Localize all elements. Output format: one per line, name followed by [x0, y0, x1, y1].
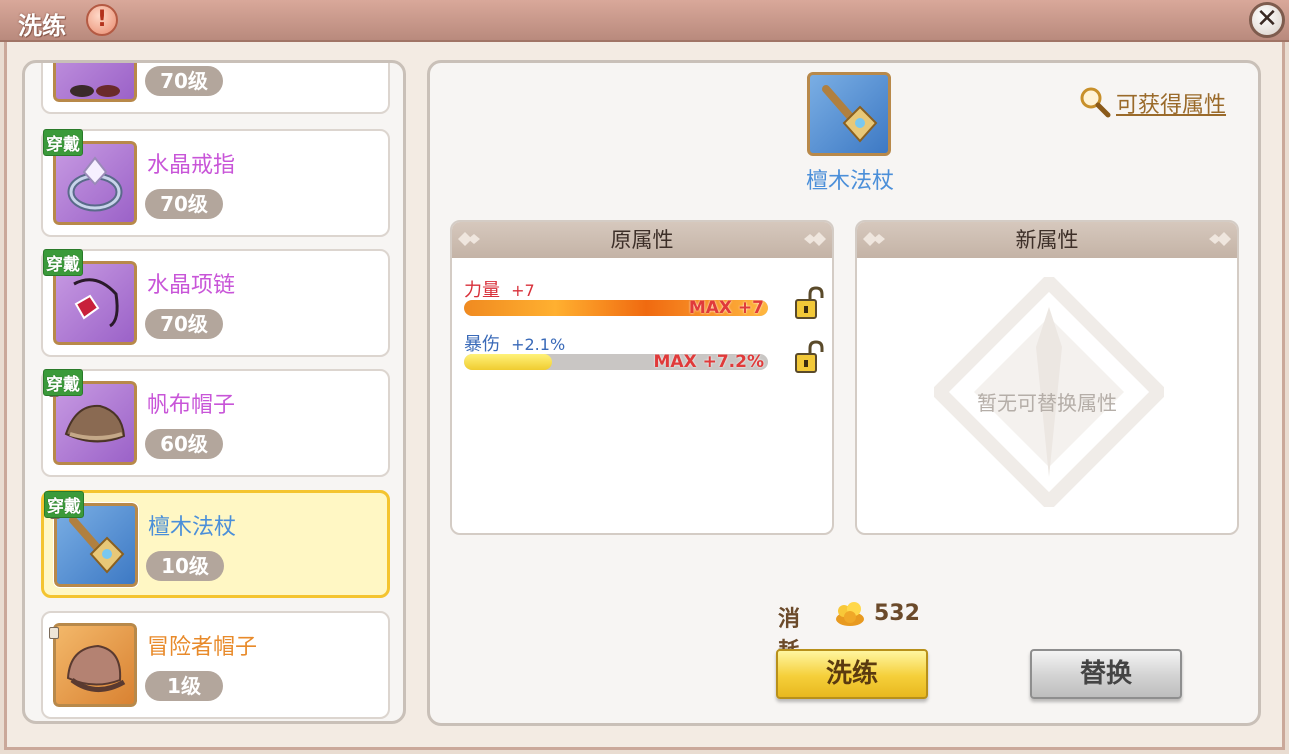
ornament-icon [1209, 232, 1231, 246]
item-level: 60级 [145, 429, 223, 459]
new-attributes-header: 新属性 [857, 222, 1237, 258]
attribute-max: MAX +7 [688, 300, 764, 316]
ornament-icon [458, 232, 480, 246]
worn-badge: 穿戴 [44, 491, 84, 518]
ornament-icon [863, 232, 885, 246]
item-level: 70级 [145, 189, 223, 219]
unlock-icon[interactable] [794, 340, 826, 374]
obtainable-attributes-link[interactable]: 可获得属性 [1116, 87, 1226, 119]
refine-button[interactable]: 洗练 [776, 649, 928, 699]
unlock-icon[interactable] [794, 286, 826, 320]
equipment-list[interactable]: 70级 穿戴 水晶戒指 70级 穿戴 水晶项链 70级 穿戴 帆布帽子 60级 … [22, 60, 406, 724]
item-icon [52, 622, 138, 708]
cost-value: 532 [874, 601, 920, 626]
gear-icon [70, 85, 120, 97]
list-item[interactable]: 穿戴 帆布帽子 60级 [41, 369, 390, 477]
worn-badge: 穿戴 [43, 129, 83, 156]
close-button[interactable]: ✕ [1249, 2, 1285, 38]
new-attributes-title: 新属性 [1015, 228, 1079, 252]
list-item[interactable]: 穿戴 水晶戒指 70级 [41, 129, 390, 237]
original-attributes-header: 原属性 [452, 222, 832, 258]
item-level: 70级 [145, 309, 223, 339]
item-name: 檀木法杖 [148, 515, 237, 540]
worn-badge: 穿戴 [43, 249, 83, 276]
item-name: 冒险者帽子 [147, 635, 258, 660]
title-bar: 洗练 ! ✕ [0, 0, 1289, 42]
selected-item-name: 檀木法杖 [805, 169, 894, 194]
hat-icon [66, 644, 126, 692]
original-attributes-title: 原属性 [610, 228, 674, 252]
attribute-name: 力量 [464, 280, 500, 301]
empty-state-text: 暂无可替换属性 [977, 391, 1117, 415]
new-attributes-box: 新属性 暂无可替换属性 [855, 220, 1239, 535]
attribute-bar: MAX +7.2% [464, 354, 768, 370]
lock-icon [49, 627, 59, 639]
list-item[interactable]: 冒险者帽子 1级 [41, 611, 390, 719]
attribute-bar-fill [464, 354, 553, 370]
attribute-value: +2.1% [511, 335, 566, 354]
worn-badge: 穿戴 [43, 369, 83, 396]
attribute-row-crit-damage: 暴伤 +2.1% MAX +7.2% [464, 330, 824, 373]
attribute-name: 暴伤 [464, 334, 500, 355]
info-icon[interactable]: ! [86, 4, 118, 36]
attribute-value: +7 [511, 281, 535, 300]
selected-item-icon [807, 72, 891, 156]
original-attributes-box: 原属性 力量 +7 MAX +7 暴伤 +2.1% MAX +7.2% [450, 220, 834, 535]
item-icon [52, 63, 138, 103]
attribute-row-strength: 力量 +7 MAX +7 [464, 276, 824, 319]
item-name: 水晶项链 [147, 273, 236, 298]
staff-icon [822, 85, 878, 143]
replace-button[interactable]: 替换 [1030, 649, 1182, 699]
magnifier-icon [1080, 87, 1111, 118]
list-item[interactable]: 穿戴 水晶项链 70级 [41, 249, 390, 357]
item-level: 10级 [146, 551, 224, 581]
list-item-selected[interactable]: 穿戴 檀木法杖 10级 [41, 490, 390, 598]
attribute-bar: MAX +7 [464, 300, 768, 316]
item-level: 1级 [145, 671, 223, 701]
window-title: 洗练 [18, 12, 66, 40]
item-level: 70级 [145, 66, 223, 96]
gold-ore-icon [836, 602, 864, 626]
attribute-max: MAX +7.2% [653, 354, 765, 370]
detail-panel: 檀木法杖 可获得属性 原属性 力量 +7 MAX +7 暴伤 +2.1% MAX… [427, 60, 1261, 726]
item-name: 帆布帽子 [147, 393, 236, 418]
ornament-icon [804, 232, 826, 246]
list-item[interactable]: 70级 [41, 63, 390, 114]
item-name: 水晶戒指 [147, 153, 236, 178]
